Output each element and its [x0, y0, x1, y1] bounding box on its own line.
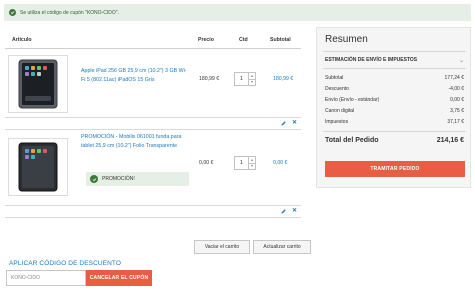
cart-actions: Vaciar el carrito Actualizar carrito — [194, 240, 311, 254]
cart-item-actions: ✕ — [5, 118, 301, 130]
shipping-estimate-toggle[interactable]: ESTIMACIÓN DE ENVÍO E IMPUESTOS ⌄ — [323, 51, 466, 69]
cart-table: Artículo Precio Ctd Subtotal Apple iPad … — [5, 30, 301, 218]
order-total: Total del Pedido 214,16 € — [325, 137, 464, 144]
promo-label: PROMOCIÓN! — [102, 176, 135, 182]
summary-row-discount: Descuento -4,00 € — [325, 86, 464, 92]
shipping-estimate-label: ESTIMACIÓN DE ENVÍO E IMPUESTOS — [325, 57, 418, 63]
discount-title[interactable]: APLICAR CÓDIGO DE DESCUENTO — [9, 260, 121, 267]
remove-item-icon[interactable]: ✕ — [291, 208, 298, 215]
cart-item-actions: ✕ — [5, 206, 301, 218]
quantity-stepper[interactable]: 1 ▲ ▼ — [234, 72, 256, 86]
tablet-case-icon — [18, 142, 58, 192]
item-price: 0,00 € — [199, 160, 214, 166]
remove-item-icon[interactable]: ✕ — [291, 120, 298, 127]
qty-decrease-icon[interactable]: ▼ — [249, 80, 255, 86]
product-thumbnail[interactable] — [8, 138, 68, 196]
cart-item-row: Apple iPad 256 GB 25,9 cm (10.2") 3 GB W… — [5, 49, 301, 118]
summary-row-shipping: Envío (Envío - estándar) 0,00 € — [325, 97, 464, 103]
coupon-success-message: Se utiliza el código de cupón "KONO-CIDO… — [4, 4, 471, 21]
product-thumbnail[interactable] — [8, 55, 68, 113]
tablet-icon — [18, 59, 58, 109]
item-price: 180,99 € — [199, 76, 220, 82]
discount-code-input[interactable]: KONO-CIDO — [6, 270, 86, 286]
quantity-value[interactable]: 1 — [235, 73, 248, 85]
summary-row-digital-levy: Canon digital 3,75 € — [325, 108, 464, 114]
product-name-link[interactable]: Apple iPad 256 GB 25,9 cm (10.2") 3 GB W… — [81, 67, 189, 84]
cancel-coupon-button[interactable]: CANCELAR EL CUPÓN — [86, 270, 152, 286]
qty-decrease-icon[interactable]: ▼ — [249, 164, 255, 170]
chevron-down-icon: ⌄ — [458, 57, 464, 64]
header-qty: Ctd — [239, 37, 248, 43]
update-cart-button[interactable]: Actualizar carrito — [253, 240, 311, 254]
clear-cart-button[interactable]: Vaciar el carrito — [194, 240, 250, 254]
summary-row-subtotal: Subtotal 177,24 € — [325, 75, 464, 81]
product-name-link[interactable]: PROMOCIÓN - Mobilis 061001 funda para ta… — [81, 133, 189, 150]
check-circle-icon — [9, 9, 16, 16]
quantity-stepper[interactable]: 1 ▲ ▼ — [234, 156, 256, 170]
check-circle-icon — [90, 175, 98, 183]
coupon-success-text: Se utiliza el código de cupón "KONO-CIDO… — [20, 9, 119, 16]
summary-row-taxes: Impuestos 37,17 € — [325, 119, 464, 125]
header-item: Artículo — [12, 37, 32, 43]
quantity-value[interactable]: 1 — [235, 157, 248, 169]
edit-pencil-icon[interactable] — [280, 120, 287, 127]
cart-item-row: PROMOCIÓN - Mobilis 061001 funda para ta… — [5, 130, 301, 206]
edit-pencil-icon[interactable] — [280, 208, 287, 215]
promo-badge: PROMOCIÓN! — [86, 172, 189, 186]
header-subtotal: Subtotal — [270, 37, 291, 43]
cart-table-header: Artículo Precio Ctd Subtotal — [5, 30, 301, 49]
header-price: Precio — [198, 37, 214, 43]
item-subtotal: 0,00 € — [273, 160, 288, 166]
summary-title: Resumen — [325, 34, 368, 45]
summary-divider — [323, 131, 466, 132]
checkout-button[interactable]: TRAMITAR PEDIDO — [325, 161, 465, 177]
order-summary: Resumen ESTIMACIÓN DE ENVÍO E IMPUESTOS … — [316, 27, 471, 188]
item-subtotal: 180,99 € — [273, 76, 294, 82]
